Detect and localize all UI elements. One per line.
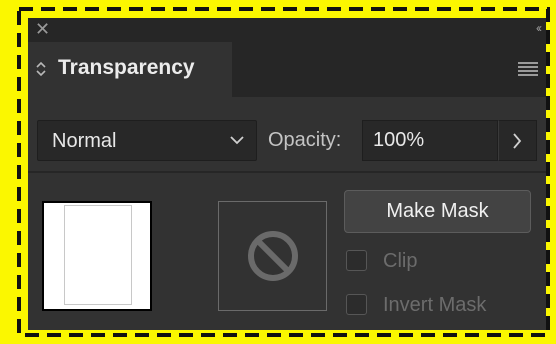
hamburger-menu-icon[interactable] [518,62,538,76]
opacity-input[interactable]: 100% [362,120,498,161]
panel-tab-row: Transparency [28,42,546,103]
thumbnail-page [64,205,132,305]
make-mask-button[interactable]: Make Mask [344,190,531,233]
transparency-panel: ✕ ‹‹ Transparency Normal Opacity: 100% M… [28,18,546,330]
tab-label: Transparency [58,56,195,79]
thumbnail-canvas [44,203,150,309]
chevron-right-icon [513,133,522,149]
section-divider [28,171,546,173]
invert-mask-label: Invert Mask [383,294,487,316]
blend-mode-select[interactable]: Normal [37,120,257,161]
collapse-double-chevron-icon[interactable]: ‹‹ [536,21,542,35]
tab-transparency[interactable]: Transparency [28,42,232,103]
clip-label: Clip [383,250,418,272]
clip-checkbox[interactable] [346,250,367,271]
close-icon[interactable]: ✕ [35,20,51,38]
invert-mask-checkbox[interactable] [346,294,367,315]
blend-mode-value: Normal [52,130,117,152]
opacity-stepper-button[interactable] [498,120,537,161]
artwork-thumbnail[interactable] [42,201,152,311]
opacity-label: Opacity: [268,129,342,151]
updown-arrows-icon [36,61,46,77]
no-symbol-icon [248,231,298,281]
chevron-down-icon [230,136,244,145]
panel-titlebar: ✕ ‹‹ [28,18,546,42]
opacity-mask-slot[interactable] [218,201,327,311]
